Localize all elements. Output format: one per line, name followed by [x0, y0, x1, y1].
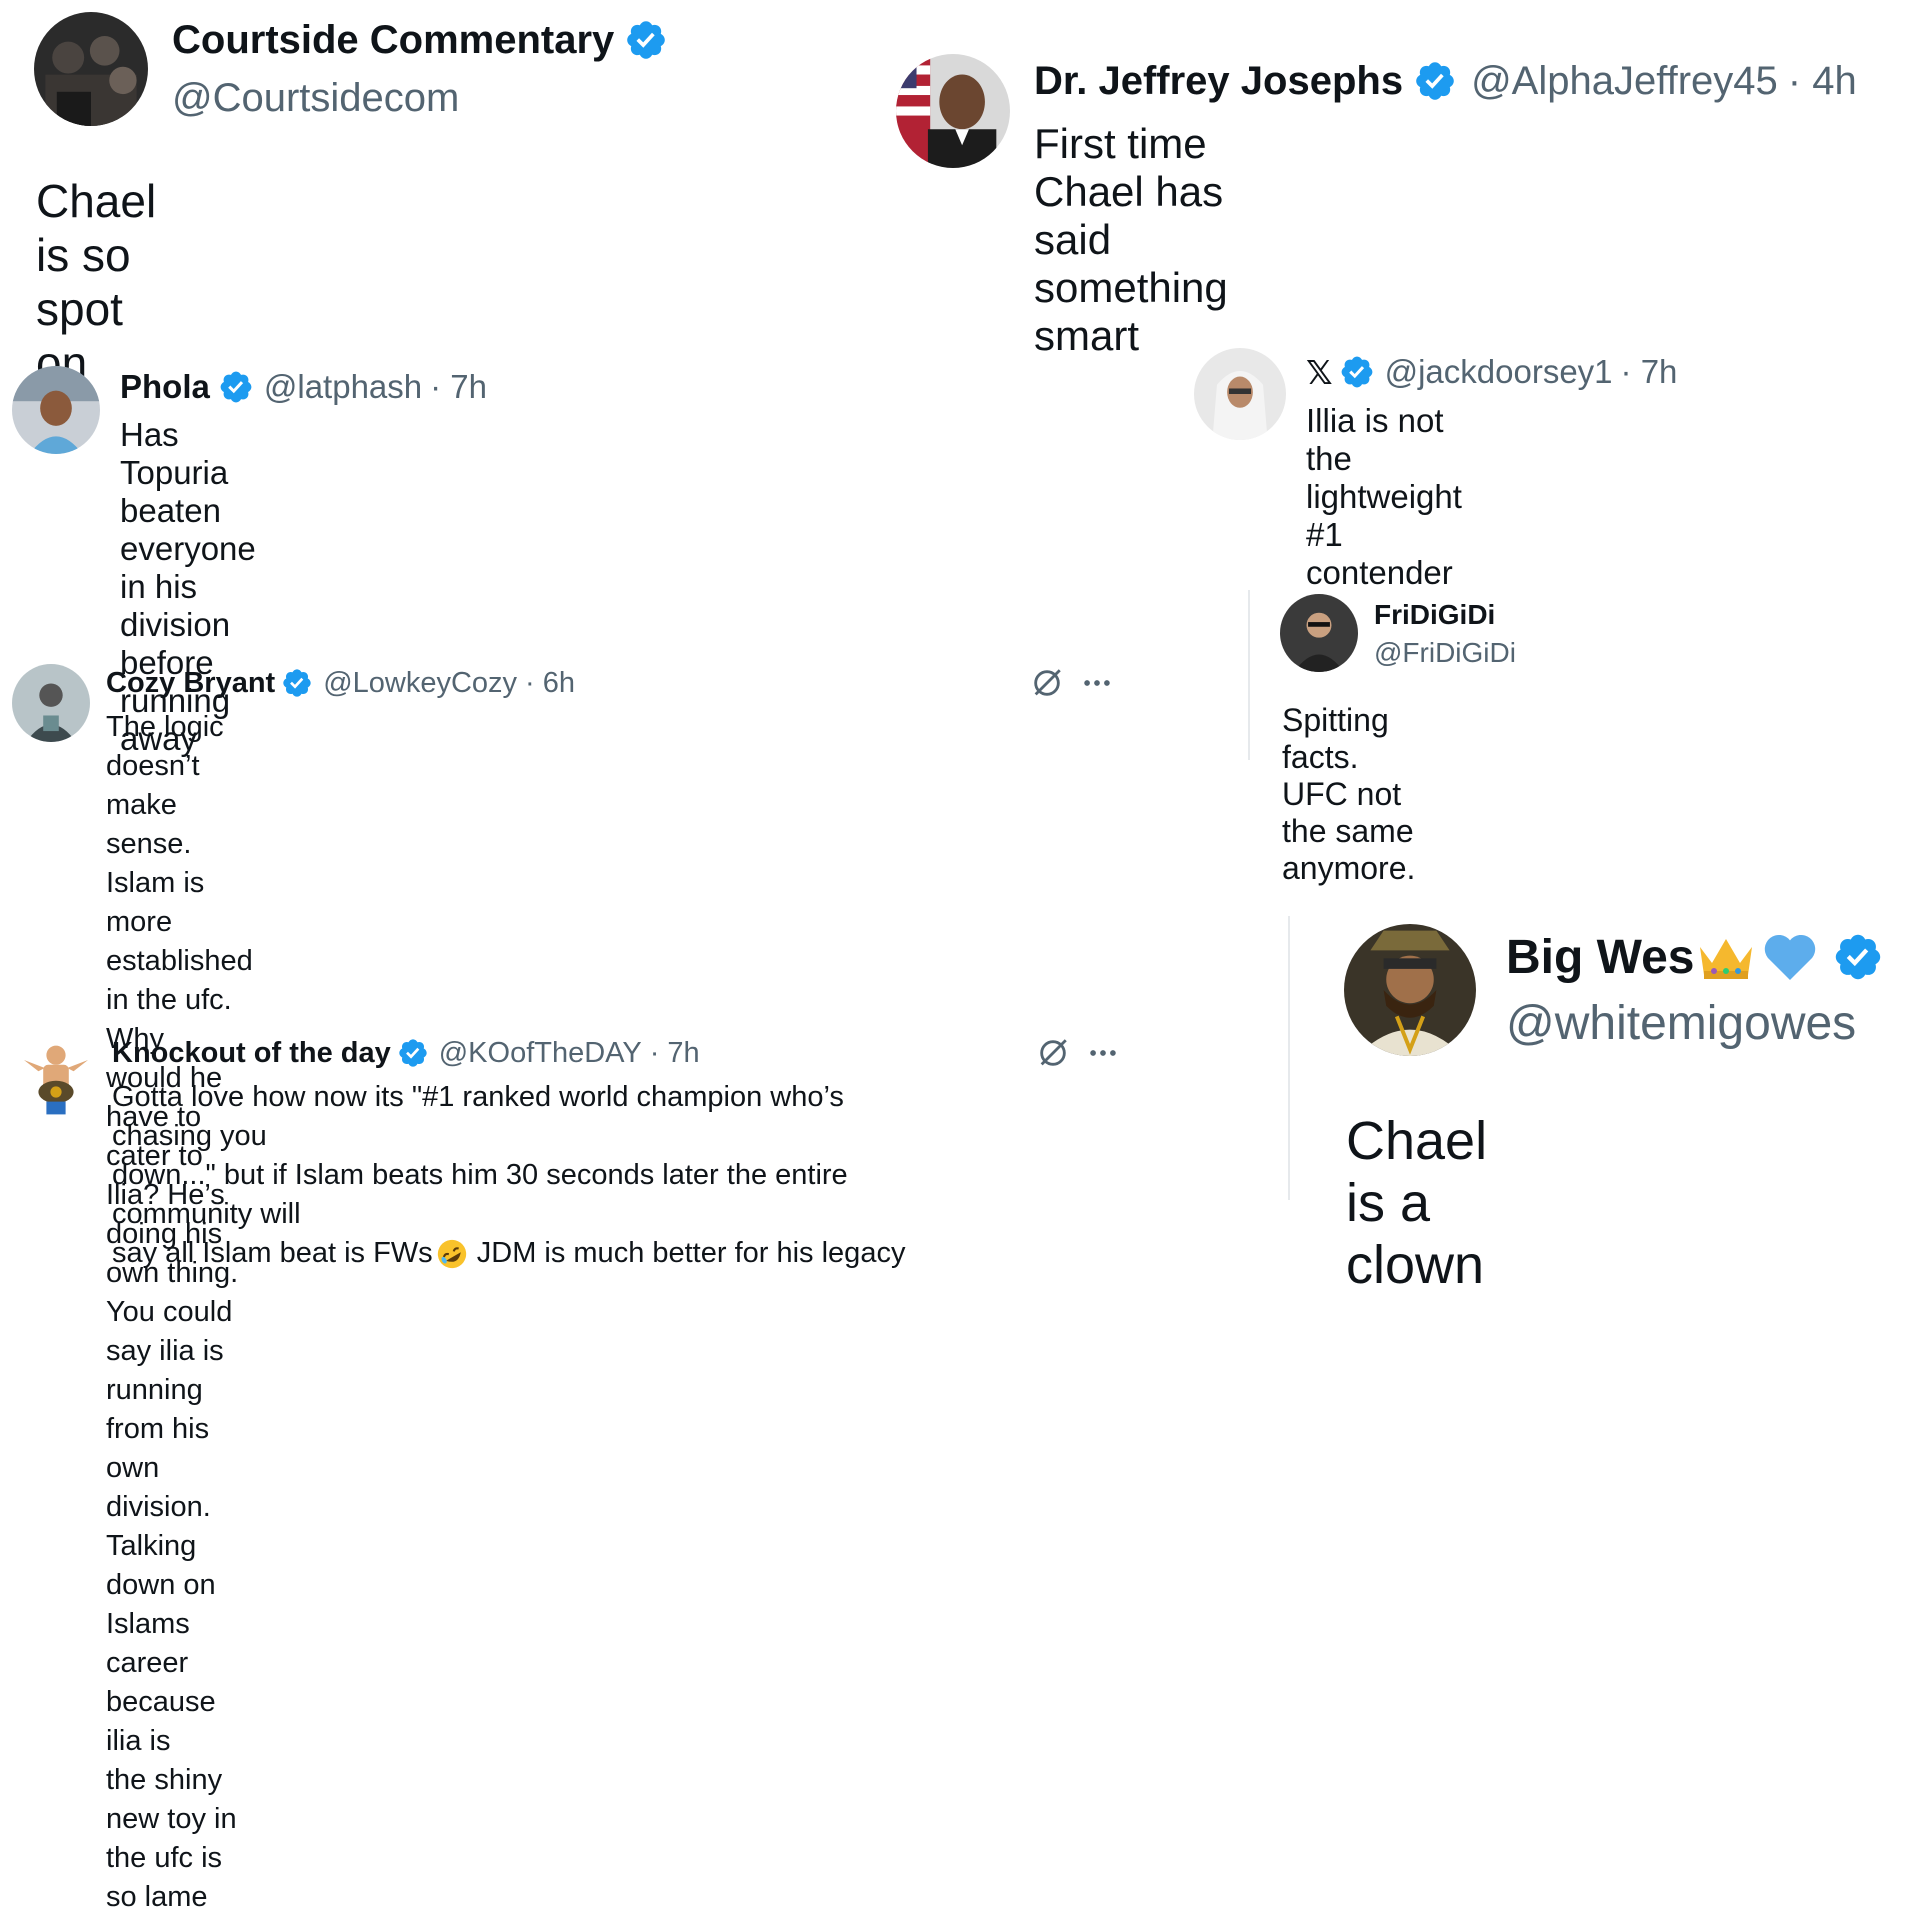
handle[interactable]: @LowkeyCozy — [323, 667, 517, 700]
handle[interactable]: @whitemigowes — [1506, 996, 1856, 1051]
handle[interactable]: @KOofTheDAY — [439, 1037, 642, 1070]
blue-heart-icon — [1762, 931, 1818, 983]
tweet-text-segment: say all Islam beat is FWs — [112, 1237, 433, 1269]
verified-badge-icon — [281, 667, 313, 699]
tweet-text: Illia is not the lightweight #1 contende… — [1306, 402, 1462, 591]
verified-badge-icon — [1413, 59, 1457, 103]
handle[interactable]: @FriDiGiDi — [1374, 637, 1516, 669]
tweet-text: Chael is a clown — [1346, 1111, 1488, 1295]
display-name[interactable]: Knockout of the day — [112, 1037, 391, 1070]
display-name[interactable]: Phola — [120, 368, 210, 406]
handle[interactable]: @jackdoorsey1 — [1385, 353, 1613, 391]
tweet-text: Chael is so spot on — [36, 175, 157, 389]
avatar[interactable] — [16, 1036, 96, 1116]
divider — [1248, 590, 1250, 760]
tweet-text: Gotta love how now its "#1 ranked world … — [112, 1078, 905, 1273]
divider — [1288, 916, 1290, 1200]
tweet-text-segment: JDM is much better for his legacy — [468, 1237, 906, 1269]
rolling-on-floor-laughing-icon — [435, 1237, 469, 1271]
timestamp[interactable]: · 7h — [650, 1037, 700, 1070]
avatar[interactable] — [34, 12, 148, 126]
display-name[interactable]: Courtside Commentary — [172, 18, 614, 63]
avatar[interactable] — [896, 54, 1010, 168]
avatar[interactable] — [1344, 924, 1476, 1056]
tweet-text-line: the shiny new toy in the ufc is so lame — [106, 1764, 237, 1913]
display-name[interactable]: FriDiGiDi — [1374, 599, 1495, 631]
more-options-icon[interactable] — [1086, 1036, 1120, 1070]
handle[interactable]: @AlphaJeffrey45 — [1471, 59, 1778, 104]
avatar[interactable] — [12, 664, 90, 742]
crown-icon — [1696, 931, 1756, 983]
tweet-text: Spitting facts. UFC not the same anymore… — [1282, 702, 1416, 886]
tweet-text: The logic doesn’t make sense. Islam is m… — [106, 708, 253, 1917]
timestamp[interactable]: · 7h — [1621, 353, 1678, 391]
avatar[interactable] — [1280, 594, 1358, 672]
grok-icon[interactable] — [1030, 666, 1064, 700]
verified-badge-icon — [397, 1037, 429, 1069]
timestamp[interactable]: · 6h — [525, 667, 575, 700]
verified-badge-icon — [218, 369, 254, 405]
verified-badge-icon — [1832, 931, 1884, 983]
display-name[interactable]: Big Wes — [1506, 930, 1694, 985]
display-name[interactable]: Cozy Bryant — [106, 667, 275, 700]
verified-badge-icon — [624, 18, 668, 62]
display-name[interactable]: Dr. Jeffrey Josephs — [1034, 59, 1403, 104]
tweet-text: Has Topuria beaten everyone in his divis… — [120, 416, 256, 757]
avatar[interactable] — [1194, 348, 1286, 440]
tweet-text: First time Chael has said something smar… — [1034, 120, 1228, 359]
tweet-text-line: The logic doesn’t make sense. Islam is m… — [106, 711, 253, 1055]
tweet-text-line: Gotta love how now its "#1 ranked world … — [112, 1081, 844, 1152]
handle[interactable]: @Courtsidecom — [172, 76, 459, 121]
tweet-text-line: running from his own division. Talking d… — [106, 1374, 216, 1757]
grok-icon[interactable] — [1036, 1036, 1070, 1070]
display-name[interactable]: 𝕏 — [1306, 353, 1333, 392]
more-options-icon[interactable] — [1080, 666, 1114, 700]
tweet-text-line: down..." but if Islam beats him 30 secon… — [112, 1159, 848, 1230]
tweet-text-line: say all Islam beat is FWs JDM is much be… — [112, 1234, 905, 1273]
verified-badge-icon — [1339, 354, 1375, 390]
timestamp[interactable]: · 7h — [430, 368, 487, 406]
avatar[interactable] — [12, 366, 100, 454]
timestamp[interactable]: · 4h — [1788, 59, 1857, 104]
handle[interactable]: @latphash — [264, 368, 422, 406]
